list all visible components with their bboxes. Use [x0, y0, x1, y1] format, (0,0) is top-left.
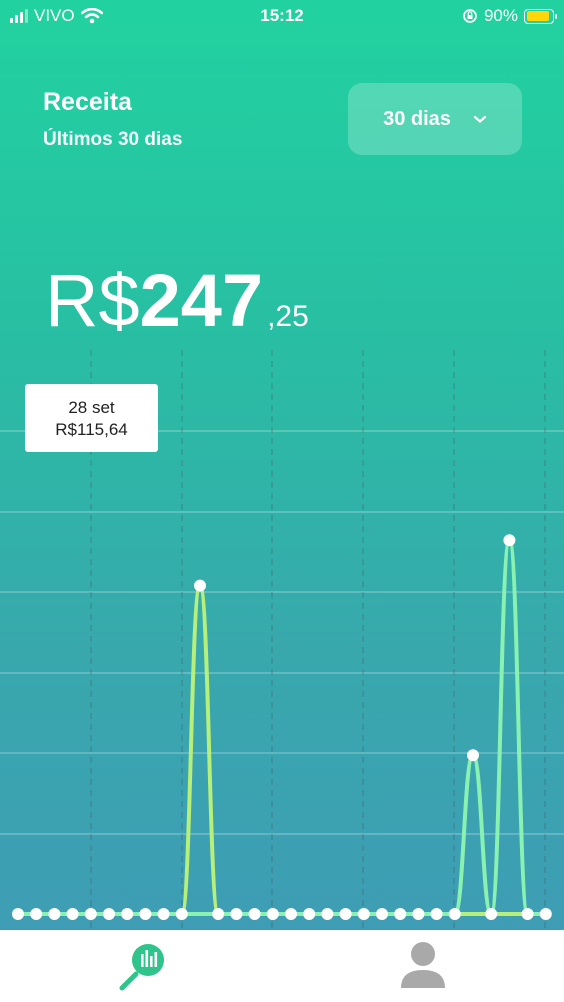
series-line [17, 583, 546, 917]
data-point [376, 908, 388, 920]
data-point [448, 908, 461, 920]
data-point [339, 908, 352, 920]
series-line [17, 538, 546, 917]
data-point [157, 908, 170, 920]
data-point [30, 908, 43, 920]
data-point [467, 749, 479, 762]
data-point [285, 908, 297, 920]
data-point [212, 908, 225, 920]
data-point [12, 908, 24, 920]
data-point [266, 908, 279, 920]
user-icon [401, 942, 445, 988]
tooltip-value: R$115,64 [55, 420, 128, 439]
data-point [394, 908, 407, 920]
tooltip-date: 28 set [68, 398, 115, 417]
data-point [230, 908, 243, 920]
data-point [84, 908, 97, 920]
revenue-chart[interactable] [0, 0, 564, 930]
data-point [521, 908, 534, 920]
data-point [503, 534, 516, 547]
data-point [321, 908, 334, 920]
data-point [357, 908, 370, 920]
bar-chart-icon [119, 944, 164, 991]
data-point [103, 908, 115, 920]
data-point [430, 908, 443, 920]
data-point [539, 908, 552, 920]
chart-tooltip: 28 set R$115,64 [25, 384, 158, 452]
data-point [412, 908, 425, 920]
data-point [248, 908, 261, 920]
revenue-screen: VIVO 15:12 90% Receita Últimos 30 dias 3… [0, 0, 564, 930]
data-point [194, 579, 206, 592]
data-point [48, 908, 61, 920]
data-point [175, 908, 188, 920]
data-point [139, 908, 152, 920]
tab-bar [0, 930, 564, 1002]
data-point [66, 908, 79, 920]
data-point [485, 908, 498, 920]
tab-reports[interactable] [88, 930, 208, 1002]
data-point [303, 908, 316, 920]
data-point [121, 908, 134, 920]
tab-profile[interactable] [363, 930, 483, 1002]
